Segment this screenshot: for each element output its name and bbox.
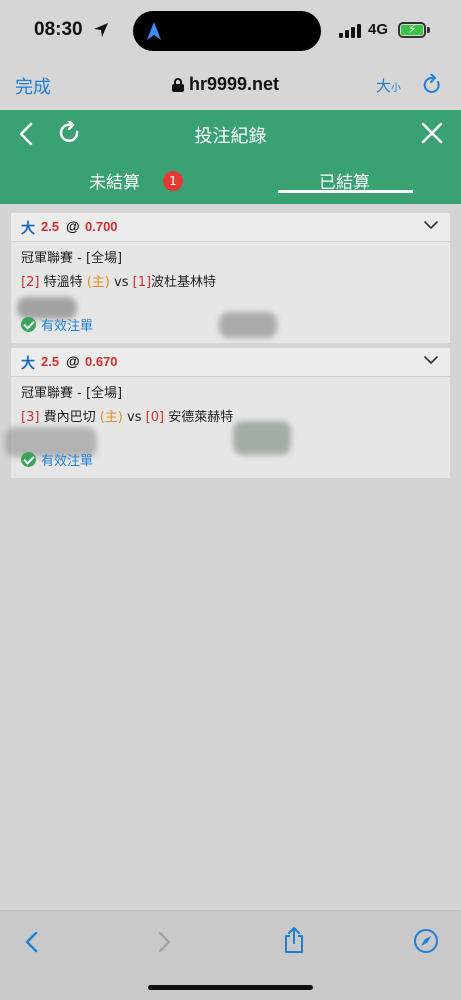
unsettled-count-badge: 1	[163, 171, 183, 191]
bet-status-label: 有效注單	[41, 454, 94, 469]
network-type: 4G	[368, 21, 389, 38]
tab-bar: 未結算 1 已結算	[0, 158, 461, 204]
close-icon[interactable]	[421, 122, 443, 144]
back-arrow-icon[interactable]	[22, 930, 40, 954]
match-teams: [3] 費內巴切 (主) vs [0] 安德萊赫特	[21, 406, 233, 425]
bet-card-header[interactable]: 大 2.5 @ 0.700	[11, 213, 450, 242]
bet-status-label: 有效注單	[41, 319, 94, 334]
at-symbol: @	[66, 218, 80, 234]
signal-strength-icon	[339, 23, 361, 38]
status-bar: 08:30 4G ⚡	[0, 0, 461, 62]
text-size-large-label: 大	[376, 77, 392, 95]
tab-unsettled[interactable]: 未結算	[89, 168, 140, 193]
forward-arrow-icon[interactable]	[156, 930, 174, 954]
text-size-button[interactable]: 大小	[376, 75, 401, 96]
vs-label: vs	[114, 275, 129, 290]
done-button[interactable]: 完成	[15, 73, 51, 99]
url-display[interactable]: hr9999.net	[172, 74, 279, 95]
bet-card[interactable]: 大 2.5 @ 0.700 冠軍聯賽 - [全場] [2] 特溫特 (主) vs…	[11, 213, 450, 343]
url-text: hr9999.net	[189, 74, 280, 94]
compass-icon[interactable]	[413, 928, 439, 954]
navigation-arrow-icon	[147, 22, 161, 40]
bet-card[interactable]: 大 2.5 @ 0.670 冠軍聯賽 - [全場] [3] 費內巴切 (主) v…	[5, 348, 450, 478]
browser-bar: 完成 hr9999.net 大小	[0, 62, 461, 110]
chevron-down-icon[interactable]	[424, 220, 438, 230]
bet-type: 大	[21, 356, 35, 372]
home-tag: (主)	[86, 275, 110, 290]
active-tab-indicator	[278, 190, 413, 193]
bet-card-header[interactable]: 大 2.5 @ 0.670	[11, 348, 450, 377]
bet-odds: 0.700	[85, 219, 118, 234]
text-size-small-label: 小	[391, 83, 402, 94]
home-team: 特溫特	[43, 275, 83, 290]
bet-line: 2.5	[41, 219, 60, 234]
clock: 08:30	[34, 19, 83, 40]
bet-line: 2.5	[41, 354, 60, 369]
bet-card-body: 冠軍聯賽 - [全場] [3] 費內巴切 (主) vs [0] 安德萊赫特 有效…	[5, 377, 450, 478]
page-title: 投注紀錄	[194, 126, 267, 147]
redaction-smudge	[219, 312, 277, 338]
league-name: 冠軍聯賽 - [全場]	[21, 386, 123, 401]
home-indicator	[148, 985, 313, 990]
reload-icon[interactable]	[422, 74, 442, 96]
home-team: 費內巴切	[43, 410, 96, 425]
vs-label: vs	[127, 410, 142, 425]
at-symbol: @	[66, 353, 80, 369]
home-rank: [3]	[21, 410, 40, 425]
home-tag: (主)	[99, 410, 123, 425]
check-circle-icon	[21, 317, 36, 332]
bet-card-body: 冠軍聯賽 - [全場] [2] 特溫特 (主) vs [1]波杜基林特 有效注單	[11, 242, 450, 343]
away-rank: [1]	[132, 275, 152, 290]
app-header: 投注紀錄	[0, 110, 461, 158]
chevron-down-icon[interactable]	[424, 355, 438, 365]
away-team: 波杜基林特	[151, 275, 217, 290]
home-rank: [2]	[21, 275, 40, 290]
battery-icon: ⚡	[398, 22, 426, 38]
redaction-smudge	[233, 421, 291, 455]
check-circle-icon	[21, 452, 36, 467]
bet-status: 有效注單	[21, 315, 93, 334]
bet-status: 有效注單	[21, 450, 93, 469]
bet-odds: 0.670	[85, 354, 118, 369]
lock-icon	[172, 77, 184, 92]
location-arrow-icon	[94, 23, 108, 37]
away-rank: [0]	[145, 410, 165, 425]
match-teams: [2] 特溫特 (主) vs [1]波杜基林特	[21, 271, 216, 290]
bet-type: 大	[21, 221, 35, 237]
share-icon[interactable]	[283, 926, 305, 954]
league-name: 冠軍聯賽 - [全場]	[21, 251, 123, 266]
battery-nub	[427, 27, 430, 33]
away-team: 安德萊赫特	[168, 410, 234, 425]
dynamic-island	[133, 11, 321, 51]
